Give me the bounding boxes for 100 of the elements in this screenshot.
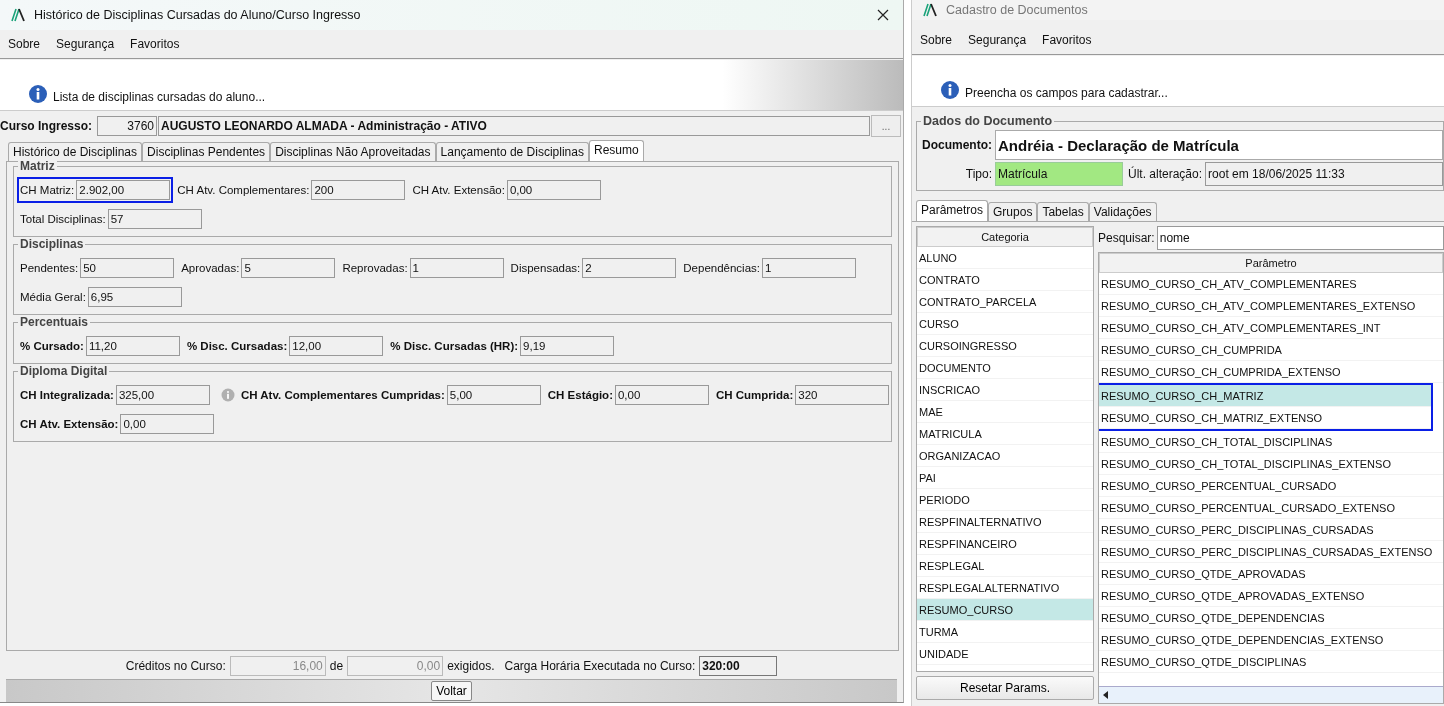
- category-item[interactable]: RESPFINALTERNATIVO: [917, 511, 1093, 533]
- parameter-item[interactable]: RESUMO_CURSO_CH_ATV_COMPLEMENTARES_EXTENSO: [1099, 295, 1443, 317]
- parameter-item[interactable]: RESUMO_CURSO_PERC_DISCIPLINAS_CURSADAS: [1099, 519, 1443, 541]
- value-field[interactable]: 2.902,00: [76, 180, 171, 200]
- value-field[interactable]: 2: [582, 258, 677, 278]
- code-field[interactable]: 3760: [97, 116, 157, 136]
- value-field[interactable]: 5: [241, 258, 336, 278]
- parameter-item[interactable]: RESUMO_CURSO_PERCENTUAL_CURSADO: [1099, 475, 1443, 497]
- tab[interactable]: Disciplinas Não Aproveitadas: [270, 142, 436, 161]
- close-icon[interactable]: [877, 9, 889, 21]
- document-field[interactable]: Andréia - Declaração de Matrícula: [995, 130, 1443, 160]
- value-field[interactable]: 1: [409, 258, 504, 278]
- field-label: Carga Horária Executada no Curso:: [504, 659, 696, 673]
- field-label: de: [329, 659, 344, 673]
- scroll-left-icon[interactable]: [1102, 690, 1110, 700]
- value-field[interactable]: 0,00: [506, 180, 601, 200]
- field-label: Dependências:: [683, 262, 760, 274]
- parameter-item[interactable]: RESUMO_CURSO_PERCENTUAL_CURSADO_EXTENSO: [1099, 497, 1443, 519]
- reset-button[interactable]: Resetar Params.: [916, 676, 1094, 700]
- lookup-button[interactable]: ...: [871, 115, 901, 137]
- category-item[interactable]: CONTRATO: [917, 269, 1093, 291]
- category-item[interactable]: MATRICULA: [917, 423, 1093, 445]
- value-field[interactable]: 5,00: [446, 385, 541, 405]
- menu-item[interactable]: Favoritos: [130, 37, 180, 51]
- info-icon: [940, 80, 960, 100]
- tab[interactable]: Parâmetros: [916, 200, 989, 221]
- field-label: CH Estágio:: [547, 389, 613, 401]
- category-item[interactable]: ALUNO: [917, 247, 1093, 269]
- category-item[interactable]: RESPFINANCEIRO: [917, 533, 1093, 555]
- field-label: Documento:: [921, 138, 992, 152]
- value-field[interactable]: 0,00: [120, 414, 215, 434]
- category-item[interactable]: UNIDADE: [917, 643, 1093, 665]
- tab[interactable]: Tabelas: [1037, 202, 1089, 221]
- category-item[interactable]: ORGANIZACAO: [917, 445, 1093, 467]
- parameter-item[interactable]: RESUMO_CURSO_CH_ATV_COMPLEMENTARES: [1099, 273, 1443, 295]
- category-item[interactable]: RESPLEGAL: [917, 555, 1093, 577]
- value-field[interactable]: 12,00: [289, 336, 384, 356]
- parameter-item[interactable]: RESUMO_CURSO_CH_TOTAL_DISCIPLINAS: [1099, 431, 1443, 453]
- tab[interactable]: Disciplinas Pendentes: [142, 142, 271, 161]
- type-field[interactable]: Matrícula: [995, 162, 1123, 186]
- field-label: Pendentes:: [20, 262, 79, 274]
- value-field[interactable]: 320: [795, 385, 890, 405]
- tab[interactable]: Validações: [1088, 202, 1157, 221]
- value-field[interactable]: 57: [107, 209, 202, 229]
- value-field[interactable]: 6,95: [87, 287, 182, 307]
- tab[interactable]: Histórico de Disciplinas: [8, 142, 143, 161]
- parameter-item[interactable]: RESUMO_CURSO_QTDE_DISCIPLINAS: [1099, 651, 1443, 673]
- window-title: Histórico de Disciplinas Cursadas do Aluno/Curso Ingresso: [34, 8, 362, 22]
- parameter-item[interactable]: RESUMO_CURSO_QTDE_DEPENDENCIAS: [1099, 607, 1443, 629]
- field-label: % Disc. Cursadas (HR):: [390, 340, 519, 352]
- category-item[interactable]: DOCUMENTO: [917, 357, 1093, 379]
- category-item[interactable]: PERIODO: [917, 489, 1093, 511]
- value-field[interactable]: 50: [80, 258, 175, 278]
- parameter-item[interactable]: RESUMO_CURSO_PERC_DISCIPLINAS_CURSADAS_EXTENSO: [1099, 541, 1443, 563]
- category-item[interactable]: TURMA: [917, 621, 1093, 643]
- tab[interactable]: Grupos: [988, 202, 1038, 221]
- value-field[interactable]: 200: [311, 180, 406, 200]
- menu-item[interactable]: Sobre: [8, 37, 41, 51]
- parameter-item[interactable]: RESUMO_CURSO_CH_MATRIZ: [1099, 385, 1431, 407]
- category-item[interactable]: CONTRATO_PARCELA: [917, 291, 1093, 313]
- parameter-item[interactable]: RESUMO_CURSO_QTDE_DEPENDENCIAS_EXTENSO: [1099, 629, 1443, 651]
- search-field[interactable]: nome: [1156, 226, 1444, 250]
- group-title: Diploma Digital: [18, 364, 110, 378]
- value-field[interactable]: 0,00: [614, 385, 709, 405]
- field-label: Curso Ingresso:: [0, 119, 92, 133]
- category-item[interactable]: RESUMO_CURSO: [917, 599, 1093, 621]
- horizontal-scrollbar[interactable]: [1099, 686, 1443, 703]
- parameter-item[interactable]: RESUMO_CURSO_CH_CUMPRIDA_EXTENSO: [1099, 361, 1443, 383]
- parameter-item[interactable]: RESUMO_CURSO_CH_ATV_COMPLEMENTARES_INT: [1099, 317, 1443, 339]
- value-field[interactable]: 9,19: [520, 336, 615, 356]
- required-field: 0,00: [347, 656, 444, 676]
- field-label: CH Atv. Complementares Cumpridas:: [240, 389, 445, 401]
- tab[interactable]: Resumo: [588, 140, 644, 161]
- value-field[interactable]: 11,20: [85, 336, 180, 356]
- window-title: Cadastro de Documentos: [946, 3, 1089, 17]
- menu-item[interactable]: Sobre: [920, 33, 953, 47]
- back-button[interactable]: Voltar: [431, 681, 472, 701]
- field-label: Reprovadas:: [342, 262, 408, 274]
- value-field[interactable]: 325,00: [115, 385, 210, 405]
- group-title: Dados do Documento: [921, 114, 1055, 128]
- column-header: Categoria: [917, 227, 1093, 247]
- menu-item[interactable]: Segurança: [968, 33, 1027, 47]
- logo-icon: [922, 2, 938, 18]
- parameter-item[interactable]: RESUMO_CURSO_QTDE_APROVADAS_EXTENSO: [1099, 585, 1443, 607]
- parameter-item[interactable]: RESUMO_CURSO_CH_TOTAL_DISCIPLINAS_EXTENSO: [1099, 453, 1443, 475]
- parameter-item[interactable]: RESUMO_CURSO_CH_CUMPRIDA: [1099, 339, 1443, 361]
- category-item[interactable]: CURSO: [917, 313, 1093, 335]
- parameter-item[interactable]: RESUMO_CURSO_QTDE_APROVADAS: [1099, 563, 1443, 585]
- tab[interactable]: Lançamento de Disciplinas: [435, 142, 589, 161]
- category-item[interactable]: MAE: [917, 401, 1093, 423]
- field-label: Pesquisar:: [1098, 231, 1155, 245]
- parameter-item[interactable]: RESUMO_CURSO_CH_MATRIZ_EXTENSO: [1099, 407, 1431, 429]
- category-item[interactable]: INSCRICAO: [917, 379, 1093, 401]
- menu-item[interactable]: Favoritos: [1042, 33, 1092, 47]
- value-field[interactable]: 1: [762, 258, 856, 278]
- field-label: % Cursado:: [20, 340, 84, 352]
- category-item[interactable]: CURSOINGRESSO: [917, 335, 1093, 357]
- field-label: Últ. alteração:: [1128, 167, 1203, 181]
- menu-item[interactable]: Segurança: [56, 37, 115, 51]
- category-item[interactable]: PAI: [917, 467, 1093, 489]
